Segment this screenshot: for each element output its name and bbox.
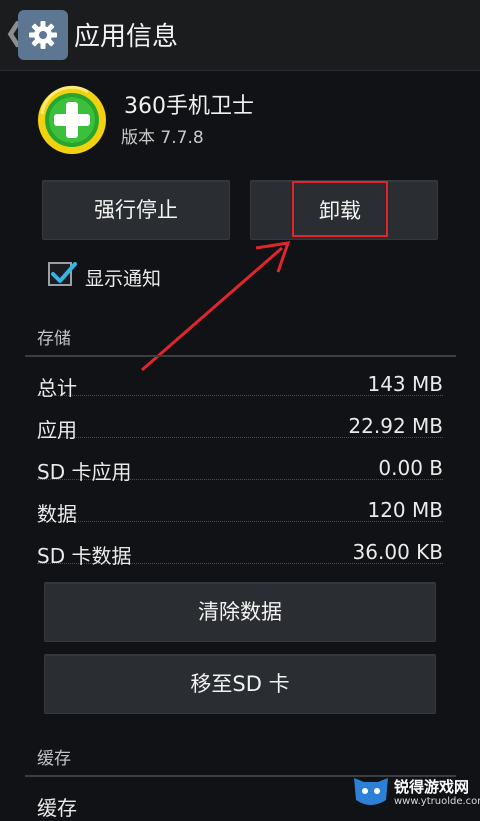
row-value: 22.92 MB — [348, 414, 443, 438]
row-value: 36.00 KB — [352, 540, 443, 564]
row-value: 120 MB — [367, 498, 443, 522]
watermark-url: www.ytruolde.com — [394, 796, 480, 807]
row-label: 总计 — [37, 376, 77, 400]
clear-data-button[interactable]: 清除数据 — [44, 582, 436, 642]
storage-row-data: 数据 120 MB — [37, 496, 443, 526]
row-value: 0.00 B — [378, 456, 443, 480]
site-watermark: 锐得游戏网 www.ytruolde.com — [350, 768, 480, 815]
watermark-logo-icon — [354, 778, 388, 805]
storage-row-sd-app: SD 卡应用 0.00 B — [37, 454, 443, 484]
storage-row-total: 总计 143 MB — [37, 370, 443, 400]
watermark-text: 锐得游戏网 — [394, 778, 470, 796]
divider — [25, 355, 456, 357]
cache-section-title: 缓存 — [37, 749, 71, 769]
storage-row-sd-data: SD 卡数据 36.00 KB — [37, 538, 443, 568]
row-label: 数据 — [37, 502, 77, 526]
row-label: 缓存 — [37, 796, 77, 820]
row-label: 应用 — [37, 418, 77, 442]
storage-section-title: 存储 — [37, 329, 71, 349]
row-value: 143 MB — [367, 372, 443, 396]
row-label: SD 卡应用 — [37, 460, 132, 484]
storage-row-app: 应用 22.92 MB — [37, 412, 443, 442]
row-label: SD 卡数据 — [37, 544, 132, 568]
move-to-sd-button[interactable]: 移至SD 卡 — [44, 654, 436, 714]
